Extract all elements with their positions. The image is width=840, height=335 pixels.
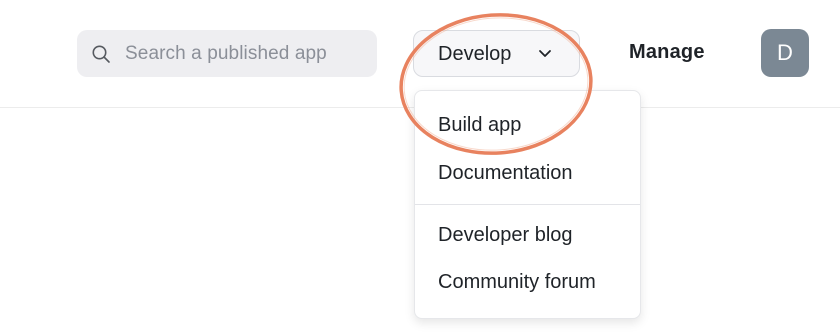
menu-item-developer-blog[interactable]: Developer blog xyxy=(438,224,573,247)
develop-button-label: Develop xyxy=(438,43,512,65)
manage-link[interactable]: Manage xyxy=(629,41,705,64)
page: Search a published app Develop Manage D … xyxy=(0,0,840,335)
chevron-down-icon xyxy=(539,50,551,57)
search-box[interactable]: Search a published app xyxy=(77,30,377,77)
search-placeholder[interactable]: Search a published app xyxy=(125,43,327,65)
user-avatar[interactable]: D xyxy=(761,29,809,77)
menu-item-community-forum[interactable]: Community forum xyxy=(438,271,596,294)
menu-item-build-app[interactable]: Build app xyxy=(438,114,521,137)
develop-dropdown-menu: Build app Documentation Developer blog C… xyxy=(414,90,641,319)
menu-item-documentation[interactable]: Documentation xyxy=(438,162,573,185)
menu-divider xyxy=(415,204,640,205)
develop-button[interactable]: Develop xyxy=(413,30,580,77)
search-icon xyxy=(92,45,110,63)
